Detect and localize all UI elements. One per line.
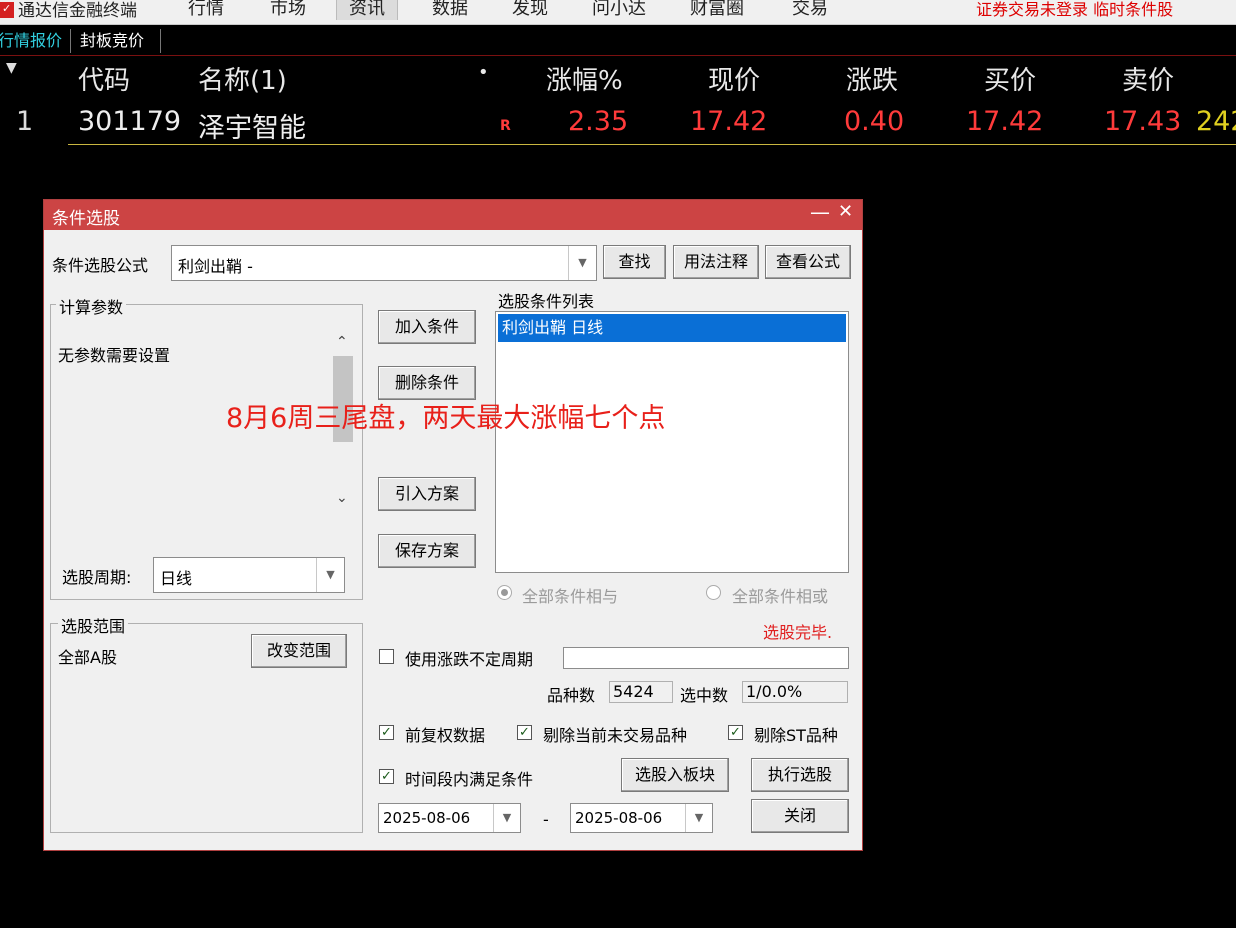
col-header-dot[interactable]: • bbox=[478, 62, 489, 83]
selected-label: 选中数 bbox=[680, 686, 729, 705]
to-block-button[interactable]: 选股入板块 bbox=[621, 758, 729, 792]
scroll-down-icon[interactable]: ⌄ bbox=[336, 490, 348, 506]
status-text: 选股完毕. bbox=[763, 623, 833, 642]
tab-separator bbox=[160, 29, 161, 53]
price-value: 17.42 bbox=[690, 106, 768, 137]
bid-value: 17.42 bbox=[966, 106, 1044, 137]
exclude-untraded-label: 剔除当前未交易品种 bbox=[543, 726, 688, 745]
col-header-code[interactable]: 代码 bbox=[78, 60, 130, 97]
menu-data[interactable]: 数据 bbox=[420, 0, 480, 20]
list-item[interactable]: 利剑出鞘 日线 bbox=[498, 314, 846, 342]
app-logo-icon bbox=[0, 2, 14, 18]
exclude-st-label: 剔除ST品种 bbox=[754, 726, 838, 745]
period-label: 选股周期: bbox=[62, 568, 132, 587]
find-button[interactable]: 查找 bbox=[603, 245, 666, 279]
menu-discover[interactable]: 发现 bbox=[500, 0, 560, 20]
formula-select[interactable]: 利剑出鞘 - ▼ bbox=[171, 245, 597, 281]
exclude-st-checkbox[interactable]: ✓ bbox=[728, 725, 743, 740]
col-header-change[interactable]: 涨跌 bbox=[846, 60, 898, 97]
dialog-title: 条件选股 bbox=[52, 209, 120, 229]
tab-quotes[interactable]: 行情报价 bbox=[0, 28, 62, 54]
scroll-up-icon[interactable]: ⌃ bbox=[336, 334, 348, 350]
chevron-down-icon[interactable]: ▼ bbox=[316, 558, 344, 592]
formula-value: 利剑出鞘 - bbox=[178, 257, 253, 276]
chevron-down-icon[interactable]: ▼ bbox=[685, 804, 712, 832]
row-index: 1 bbox=[16, 106, 34, 137]
condition-select-dialog: 条件选股 — ✕ 条件选股公式 利剑出鞘 - ▼ 查找 用法注释 查看公式 计算… bbox=[43, 199, 863, 851]
change-value: 0.40 bbox=[844, 106, 905, 137]
col-header-ask[interactable]: 卖价 bbox=[1122, 60, 1174, 97]
menu-market-quotes[interactable]: 行情 bbox=[176, 0, 236, 20]
chevron-down-icon[interactable]: ▼ bbox=[493, 804, 520, 832]
exclude-untraded-checkbox[interactable]: ✓ bbox=[517, 725, 532, 740]
variable-period-label: 使用涨跌不定周期 bbox=[405, 650, 534, 669]
minimize-icon[interactable]: — bbox=[810, 200, 830, 224]
params-group-title: 计算参数 bbox=[56, 294, 127, 318]
date-to-select[interactable]: 2025-08-06 ▼ bbox=[570, 803, 713, 833]
view-formula-button[interactable]: 查看公式 bbox=[765, 245, 851, 279]
row-underline bbox=[68, 144, 1236, 145]
app-title: 通达信金融终端 bbox=[18, 1, 137, 21]
radio-all-or[interactable] bbox=[706, 585, 721, 600]
stock-code: 301179 bbox=[78, 106, 182, 137]
range-group-title: 选股范围 bbox=[58, 613, 129, 637]
count-label: 品种数 bbox=[547, 686, 596, 705]
ask-value: 17.43 bbox=[1104, 106, 1182, 137]
fwd-adjust-label: 前复权数据 bbox=[405, 726, 486, 745]
radio-all-or-label: 全部条件相或 bbox=[732, 587, 829, 606]
table-row[interactable]: 1 301179 泽宇智能 R 2.35 17.42 0.40 17.42 17… bbox=[0, 104, 1236, 146]
close-button[interactable]: 关闭 bbox=[751, 799, 849, 833]
volume-value: 242 bbox=[1196, 106, 1236, 137]
variable-period-checkbox[interactable] bbox=[379, 649, 394, 664]
col-header-price[interactable]: 现价 bbox=[708, 60, 760, 97]
menu-wealth-circle[interactable]: 财富圈 bbox=[678, 0, 756, 20]
close-icon[interactable]: ✕ bbox=[838, 201, 853, 222]
period-value: 日线 bbox=[160, 569, 193, 588]
top-menu-bar: 通达信金融终端 行情 市场 资讯 数据 发现 问小达 财富圈 交易 证券交易未登… bbox=[0, 0, 1236, 25]
annotation-text: 8月6周三尾盘，两天最大涨幅七个点 bbox=[226, 403, 666, 434]
selected-value: 1/0.0% bbox=[742, 681, 848, 703]
menu-news[interactable]: 资讯 bbox=[336, 0, 398, 20]
date-from-value: 2025-08-06 bbox=[383, 809, 471, 827]
menu-ask-xiaoda[interactable]: 问小达 bbox=[580, 0, 658, 20]
fwd-adjust-checkbox[interactable]: ✓ bbox=[379, 725, 394, 740]
range-value: 全部A股 bbox=[58, 648, 117, 667]
time-range-checkbox[interactable]: ✓ bbox=[379, 769, 394, 784]
change-pct-value: 2.35 bbox=[568, 106, 629, 137]
delete-condition-button[interactable]: 删除条件 bbox=[378, 366, 476, 400]
date-separator: - bbox=[543, 810, 549, 829]
radio-all-and-label: 全部条件相与 bbox=[522, 587, 619, 606]
login-status[interactable]: 证券交易未登录 临时条件股 bbox=[976, 0, 1173, 20]
condition-list-label: 选股条件列表 bbox=[498, 292, 595, 311]
variable-period-input[interactable] bbox=[563, 647, 849, 669]
date-to-value: 2025-08-06 bbox=[575, 809, 663, 827]
sub-tab-bar: 行情报价 封板竞价 bbox=[0, 25, 1236, 56]
tab-separator bbox=[70, 29, 71, 53]
col-header-change-pct[interactable]: 涨幅% bbox=[546, 60, 623, 97]
time-range-label: 时间段内满足条件 bbox=[405, 770, 534, 789]
add-condition-button[interactable]: 加入条件 bbox=[378, 310, 476, 344]
chevron-down-icon[interactable]: ▼ bbox=[568, 246, 596, 280]
change-range-button[interactable]: 改变范围 bbox=[251, 634, 347, 668]
import-plan-button[interactable]: 引入方案 bbox=[378, 477, 476, 511]
execute-select-button[interactable]: 执行选股 bbox=[751, 758, 849, 792]
sort-dropdown-icon[interactable]: ▼ bbox=[6, 60, 17, 76]
col-header-bid[interactable]: 买价 bbox=[984, 60, 1036, 97]
usage-notes-button[interactable]: 用法注释 bbox=[673, 245, 759, 279]
stock-name: 泽宇智能 bbox=[198, 113, 306, 144]
col-header-name[interactable]: 名称(1) bbox=[198, 60, 287, 97]
condition-list[interactable]: 利剑出鞘 日线 bbox=[495, 311, 849, 573]
params-text: 无参数需要设置 bbox=[58, 346, 171, 365]
formula-label: 条件选股公式 bbox=[52, 256, 149, 275]
save-plan-button[interactable]: 保存方案 bbox=[378, 534, 476, 568]
period-select[interactable]: 日线 ▼ bbox=[153, 557, 345, 593]
date-from-select[interactable]: 2025-08-06 ▼ bbox=[378, 803, 521, 833]
margin-flag: R bbox=[500, 118, 511, 134]
menu-market[interactable]: 市场 bbox=[258, 0, 318, 20]
count-value: 5424 bbox=[609, 681, 673, 703]
radio-all-and[interactable] bbox=[497, 585, 512, 600]
dialog-titlebar[interactable]: 条件选股 — ✕ bbox=[44, 200, 862, 230]
menu-trade[interactable]: 交易 bbox=[780, 0, 840, 20]
tab-seal-auction[interactable]: 封板竞价 bbox=[80, 28, 144, 54]
